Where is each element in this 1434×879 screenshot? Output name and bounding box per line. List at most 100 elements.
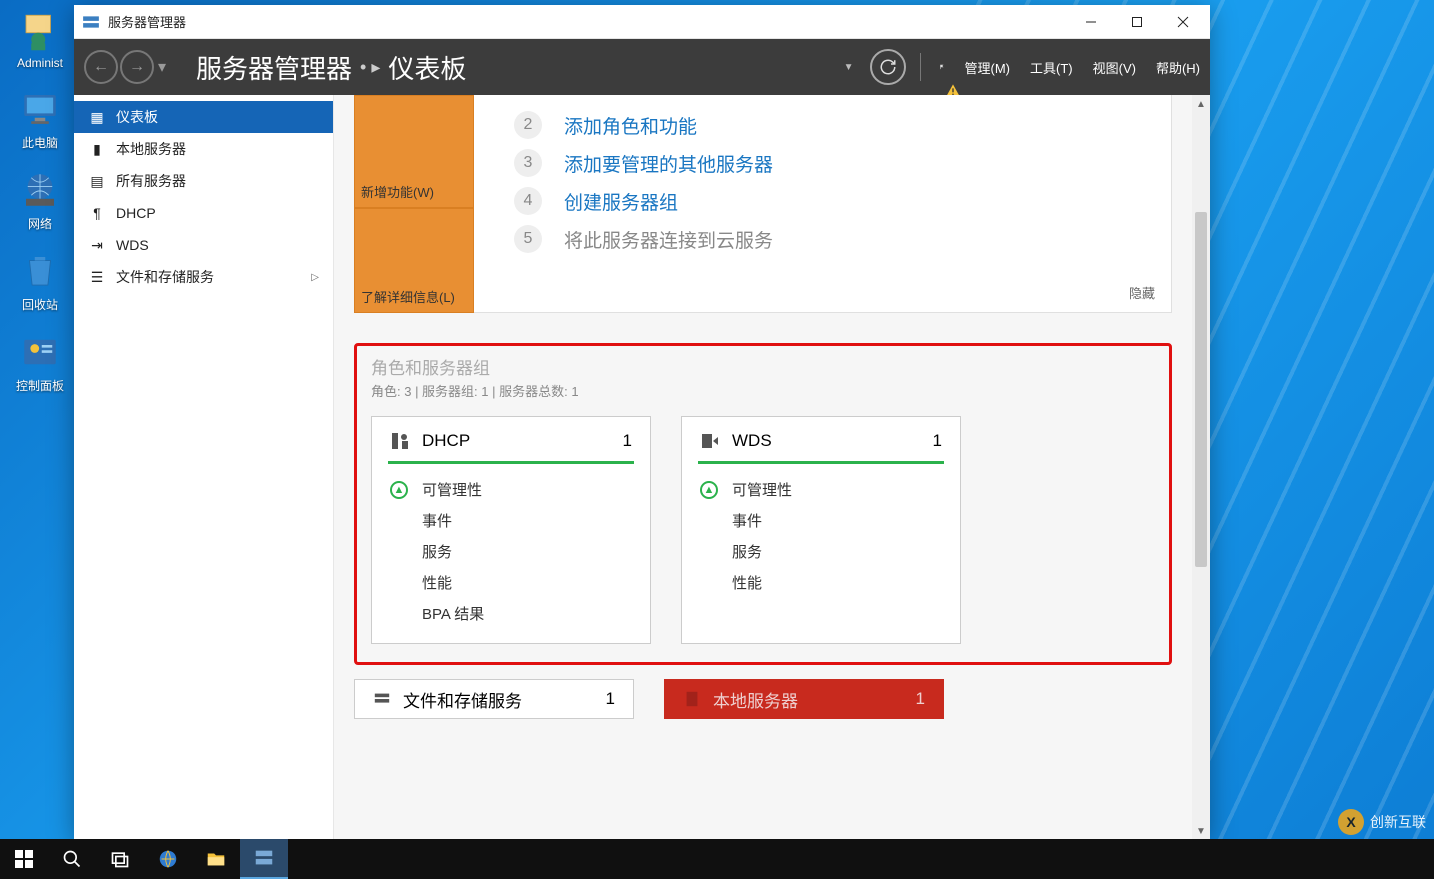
tile-count: 1 — [933, 431, 942, 451]
tile-wds[interactable]: WDS 1 ▲可管理性 事件 服务 性能 — [681, 416, 961, 644]
arrow-up-icon: ▲ — [700, 481, 718, 499]
tile-row[interactable]: BPA 结果 — [390, 598, 632, 629]
tile-row[interactable]: 服务 — [700, 536, 942, 567]
tile-dhcp[interactable]: DHCP 1 ▲可管理性 事件 服务 性能 BPA 结果 — [371, 416, 651, 644]
header-bar: ← → ▾ 服务器管理器 • ▸ 仪表板 ▼ 管理(M) 工具(T) 视图(V)… — [74, 39, 1210, 95]
sidebar-item-dhcp[interactable]: ¶ DHCP — [74, 197, 333, 229]
tile-count: 1 — [606, 689, 615, 709]
partial-tiles: 文件和存储服务 1 本地服务器 1 — [354, 679, 1172, 719]
sidebar-item-label: WDS — [116, 237, 149, 253]
dhcp-icon: ¶ — [88, 205, 106, 221]
desktop-icon-network[interactable]: 网络 — [19, 169, 61, 232]
start-button[interactable] — [0, 839, 48, 879]
sidebar-item-label: 文件和存储服务 — [116, 267, 214, 287]
sidebar-item-wds[interactable]: ⇥ WDS — [74, 229, 333, 261]
desktop-icons: Administ 此电脑 网络 回收站 控制面板 — [0, 0, 80, 394]
quickstart-step-4[interactable]: 4创建服务器组 — [514, 187, 1151, 215]
main-content: 新增功能(W) 了解详细信息(L) 2添加角色和功能 3添加要管理的其他服务器 … — [334, 95, 1210, 840]
tile-row[interactable]: ▲可管理性 — [390, 474, 632, 505]
tile-row[interactable]: 事件 — [390, 505, 632, 536]
sidebar-item-dashboard[interactable]: ▦ 仪表板 — [74, 101, 333, 133]
sidebar-item-files[interactable]: ☰ 文件和存储服务 ▷ — [74, 261, 333, 293]
sidebar-item-label: 仪表板 — [116, 107, 158, 127]
quickstart-step-3[interactable]: 3添加要管理的其他服务器 — [514, 149, 1151, 177]
tile-row[interactable]: 性能 — [390, 567, 632, 598]
files-icon: ☰ — [88, 269, 106, 286]
tile-name: DHCP — [422, 431, 470, 451]
nav-forward-button[interactable]: → — [120, 50, 154, 84]
taskbar — [0, 839, 1434, 879]
desktop-icon-admin[interactable]: Administ — [17, 10, 63, 70]
vertical-scrollbar[interactable]: ▲ ▼ — [1192, 95, 1210, 840]
tile-count: 1 — [916, 689, 925, 709]
quickstart-step-5[interactable]: 5将此服务器连接到云服务 — [514, 225, 1151, 253]
dashboard-icon: ▦ — [88, 109, 106, 126]
notifications-button[interactable] — [929, 39, 955, 95]
taskbar-server-manager[interactable] — [240, 839, 288, 879]
menu-tools[interactable]: 工具(T) — [1020, 39, 1083, 95]
taskview-button[interactable] — [96, 839, 144, 879]
taskbar-ie[interactable] — [144, 839, 192, 879]
breadcrumb-page[interactable]: 仪表板 — [388, 49, 466, 86]
tile-row[interactable]: 性能 — [700, 567, 942, 598]
quickstart-step-2[interactable]: 2添加角色和功能 — [514, 111, 1151, 139]
watermark-logo-icon: X — [1338, 809, 1364, 835]
search-button[interactable] — [48, 839, 96, 879]
arrow-up-icon: ▲ — [390, 481, 408, 499]
server-icon — [683, 690, 701, 708]
tile-name: 文件和存储服务 — [403, 687, 522, 712]
wds-icon — [700, 431, 720, 451]
desktop-icon-pc[interactable]: 此电脑 — [19, 88, 61, 151]
group-subtitle: 角色: 3 | 服务器组: 1 | 服务器总数: 1 — [371, 381, 1155, 400]
minimize-button[interactable] — [1068, 6, 1114, 38]
taskbar-explorer[interactable] — [192, 839, 240, 879]
header-dropdown[interactable]: ▼ — [834, 39, 864, 95]
learn-more-tile[interactable]: 了解详细信息(L) — [354, 208, 474, 313]
hide-link[interactable]: 隐藏 — [1129, 283, 1155, 302]
scroll-up-button[interactable]: ▲ — [1192, 95, 1210, 113]
tile-row[interactable]: ▲可管理性 — [700, 474, 942, 505]
menu-help[interactable]: 帮助(H) — [1146, 39, 1210, 95]
whats-new-tile[interactable]: 新增功能(W) — [354, 95, 474, 208]
menu-manage[interactable]: 管理(M) — [955, 39, 1021, 95]
tile-name: WDS — [732, 431, 772, 451]
close-button[interactable] — [1160, 6, 1206, 38]
tile-row[interactable]: 服务 — [390, 536, 632, 567]
dhcp-icon — [390, 431, 410, 451]
status-bar-green — [698, 461, 944, 464]
maximize-button[interactable] — [1114, 6, 1160, 38]
sidebar-item-local-server[interactable]: ▮ 本地服务器 — [74, 133, 333, 165]
desktop-icon-recycle[interactable]: 回收站 — [19, 250, 61, 313]
menu-view[interactable]: 视图(V) — [1083, 39, 1146, 95]
sidebar-item-all-servers[interactable]: ▤ 所有服务器 — [74, 165, 333, 197]
tile-files-storage[interactable]: 文件和存储服务 1 — [354, 679, 634, 719]
window-title: 服务器管理器 — [108, 12, 186, 31]
titlebar: 服务器管理器 — [74, 5, 1210, 39]
app-icon — [82, 13, 100, 31]
tile-name: 本地服务器 — [713, 687, 798, 712]
group-title: 角色和服务器组 — [371, 354, 1155, 379]
files-icon — [373, 690, 391, 708]
chevron-right-icon: • ▸ — [360, 57, 380, 78]
scroll-down-button[interactable]: ▼ — [1192, 822, 1210, 840]
tile-count: 1 — [623, 431, 632, 451]
watermark: X 创新互联 — [1338, 809, 1426, 835]
wds-icon: ⇥ — [88, 237, 106, 254]
breadcrumb-app[interactable]: 服务器管理器 — [196, 49, 352, 86]
server-manager-window: 服务器管理器 ← → ▾ 服务器管理器 • ▸ 仪表板 ▼ 管理(M) 工具(T… — [74, 5, 1210, 840]
nav-back-button[interactable]: ← — [84, 50, 118, 84]
breadcrumb: 服务器管理器 • ▸ 仪表板 — [176, 49, 466, 86]
scroll-thumb[interactable] — [1195, 212, 1207, 567]
tile-local-server[interactable]: 本地服务器 1 — [664, 679, 944, 719]
tile-row[interactable]: 事件 — [700, 505, 942, 536]
welcome-panel: 新增功能(W) 了解详细信息(L) 2添加角色和功能 3添加要管理的其他服务器 … — [354, 95, 1172, 313]
roles-servers-group: 角色和服务器组 角色: 3 | 服务器组: 1 | 服务器总数: 1 DHCP … — [354, 343, 1172, 665]
servers-icon: ▤ — [88, 173, 106, 190]
sidebar-item-label: 本地服务器 — [116, 139, 186, 159]
sidebar: ▦ 仪表板 ▮ 本地服务器 ▤ 所有服务器 ¶ DHCP ⇥ WDS ☰ 文件和… — [74, 95, 334, 840]
sidebar-item-label: 所有服务器 — [116, 171, 186, 191]
desktop-icon-control[interactable]: 控制面板 — [16, 331, 64, 394]
sidebar-item-label: DHCP — [116, 205, 156, 221]
refresh-button[interactable] — [870, 49, 906, 85]
server-icon: ▮ — [88, 141, 106, 158]
